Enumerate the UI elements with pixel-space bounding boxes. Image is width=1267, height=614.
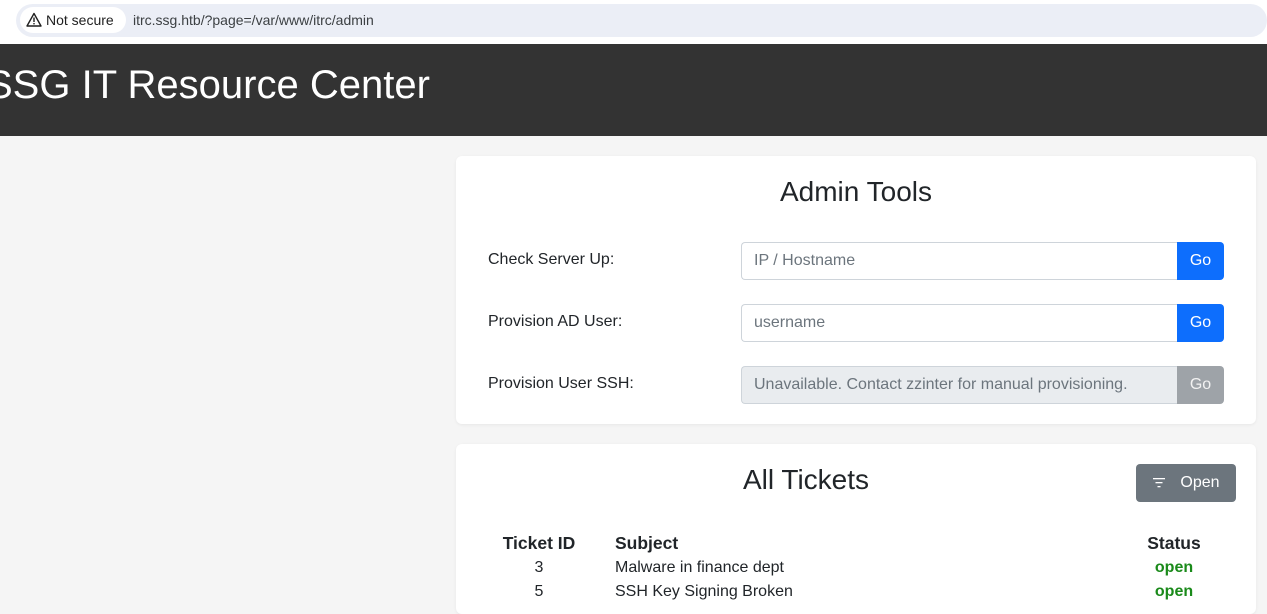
- ticket-subject[interactable]: Malware in finance dept: [590, 556, 1124, 580]
- admin-tools-card: Admin Tools Check Server Up: Go Provisio…: [456, 156, 1256, 424]
- ticket-subject[interactable]: SSH Key Signing Broken: [590, 580, 1124, 604]
- filter-button-label: Open: [1180, 474, 1220, 491]
- provision-ad-go-button[interactable]: Go: [1177, 304, 1224, 342]
- ticket-status: open: [1154, 583, 1194, 600]
- filter-icon: [1153, 478, 1166, 488]
- site-title: SSG IT Resource Center: [0, 63, 430, 107]
- url-text[interactable]: itrc.ssg.htb/?page=/var/www/itrc/admin: [133, 12, 374, 28]
- warning-triangle-icon: [26, 12, 42, 27]
- site-header: SSG IT Resource Center: [0, 44, 1267, 136]
- check-server-row: Check Server Up: Go: [488, 242, 1224, 280]
- table-row[interactable]: 3 Malware in finance dept open: [488, 556, 1224, 580]
- browser-toolbar: Not secure itrc.ssg.htb/?page=/var/www/i…: [0, 0, 1267, 44]
- admin-tools-title: Admin Tools: [779, 176, 932, 207]
- ticket-id: 5: [534, 583, 544, 600]
- tickets-table: Ticket ID Subject Status 3 Malware in fi…: [488, 530, 1224, 604]
- tickets-card: All Tickets Open Ticket ID Subject Statu…: [456, 444, 1256, 614]
- provision-ssh-label: Provision User SSH:: [488, 375, 634, 392]
- provision-ad-row: Provision AD User: Go: [488, 304, 1224, 342]
- tickets-title: All Tickets: [742, 464, 870, 495]
- check-server-label: Check Server Up:: [488, 251, 615, 268]
- ticket-id: 3: [534, 559, 544, 576]
- provision-ssh-go-button: Go: [1177, 366, 1224, 404]
- column-header-subject[interactable]: Subject: [590, 530, 1124, 556]
- ssh-provision-input: [741, 366, 1178, 404]
- security-label: Not secure: [46, 12, 114, 28]
- table-header-row: Ticket ID Subject Status: [488, 530, 1224, 556]
- hostname-input[interactable]: [741, 242, 1178, 280]
- username-input[interactable]: [741, 304, 1178, 342]
- column-header-ticket-id[interactable]: Ticket ID: [488, 530, 590, 556]
- column-header-status[interactable]: Status: [1124, 530, 1224, 556]
- provision-ad-label: Provision AD User:: [488, 313, 623, 330]
- provision-ssh-row: Provision User SSH: Go: [488, 366, 1224, 404]
- ticket-status: open: [1154, 559, 1194, 576]
- security-indicator[interactable]: Not secure: [20, 7, 126, 33]
- check-server-go-button[interactable]: Go: [1177, 242, 1224, 280]
- status-filter-button[interactable]: Open: [1136, 464, 1236, 502]
- table-row[interactable]: 5 SSH Key Signing Broken open: [488, 580, 1224, 604]
